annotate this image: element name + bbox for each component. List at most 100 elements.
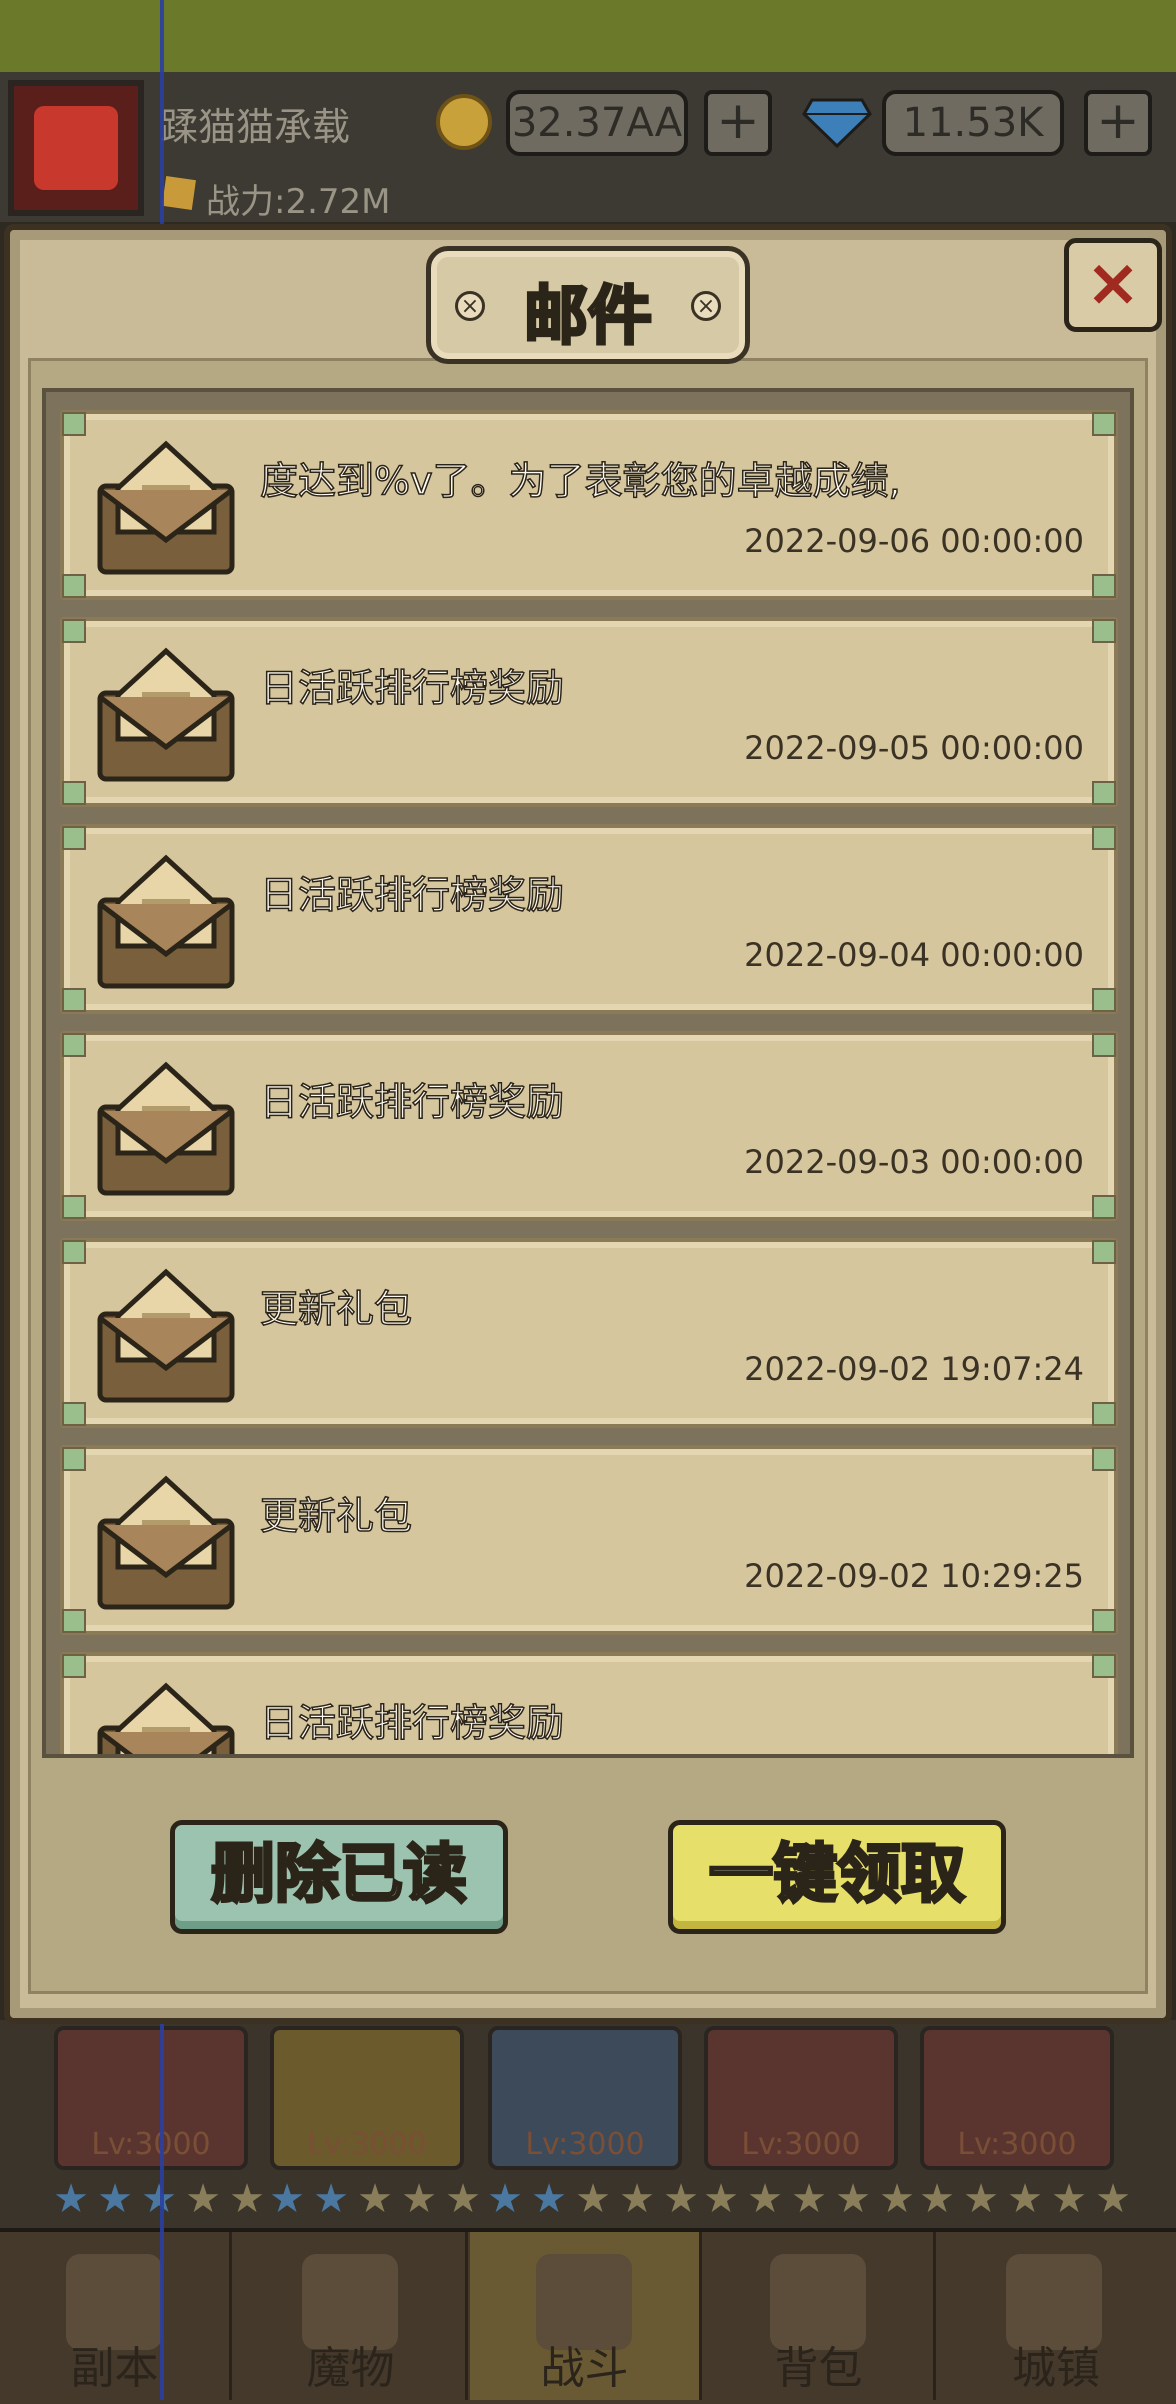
corner-ornament xyxy=(62,988,86,1012)
hero-stars: ★ ★ ★ ★ ★ xyxy=(50,2178,268,2224)
hero-card[interactable]: Lv:3000 xyxy=(488,2026,682,2170)
corner-ornament xyxy=(62,781,86,805)
star-icon: ★ xyxy=(313,2176,349,2222)
hero-level: Lv:3000 xyxy=(91,2127,211,2162)
nav-label: 副本 xyxy=(70,2343,159,2394)
player-avatar[interactable] xyxy=(8,80,144,216)
star-icon: ★ xyxy=(487,2176,523,2222)
mail-date: 2022-09-02 19:07:24 xyxy=(744,1350,1084,1388)
corner-ornament xyxy=(1092,1609,1116,1633)
envelope-open-icon xyxy=(97,440,235,575)
hero-level: Lv:3000 xyxy=(741,2127,861,2162)
hero-level: Lv:3000 xyxy=(307,2127,427,2162)
nav-label: 战斗 xyxy=(540,2343,629,2394)
hero-card[interactable]: Lv:3000 xyxy=(704,2026,898,2170)
nav-item-monsters[interactable]: 魔物 xyxy=(236,2232,468,2400)
star-icon: ★ xyxy=(229,2176,265,2222)
envelope-open-icon xyxy=(97,854,235,989)
star-icon: ★ xyxy=(919,2176,955,2222)
mail-item[interactable]: 日活跃排行榜奖励 2022-09-05 00:00:00 xyxy=(60,617,1118,807)
mail-subject: 更新礼包 xyxy=(259,1286,413,1332)
gem-icon xyxy=(802,98,872,148)
envelope-open-icon xyxy=(97,1061,235,1196)
hero-level: Lv:3000 xyxy=(957,2127,1077,2162)
corner-ornament xyxy=(1092,1195,1116,1219)
star-icon: ★ xyxy=(663,2176,699,2222)
game-scene-top xyxy=(0,0,1176,76)
hero-card[interactable]: Lv:3000 xyxy=(270,2026,464,2170)
star-icon: ★ xyxy=(97,2176,133,2222)
power-icon xyxy=(162,176,196,210)
close-button[interactable]: × xyxy=(1064,238,1162,332)
claim-all-button[interactable]: 一键领取 xyxy=(668,1820,1006,1934)
star-icon: ★ xyxy=(1007,2176,1043,2222)
hero-level: Lv:3000 xyxy=(525,2127,645,2162)
star-icon: ★ xyxy=(269,2176,305,2222)
corner-ornament xyxy=(62,1240,86,1264)
corner-ornament xyxy=(1092,781,1116,805)
envelope-open-icon xyxy=(97,1475,235,1610)
corner-ornament xyxy=(62,1402,86,1426)
corner-ornament xyxy=(62,1033,86,1057)
mail-subject: 度达到%v了。为了表彰您的卓越成绩, xyxy=(259,458,901,504)
gem-amount: 11.53K xyxy=(882,90,1064,156)
star-icon: ★ xyxy=(879,2176,915,2222)
avatar-image xyxy=(34,106,118,190)
nav-label: 城镇 xyxy=(1012,2343,1100,2394)
mail-item[interactable]: 日活跃排行榜奖励 xyxy=(60,1652,1118,1754)
delete-read-button[interactable]: 删除已读 xyxy=(170,1820,508,1934)
star-icon: ★ xyxy=(791,2176,827,2222)
hero-stars: ★ ★ ★ ★ ★ xyxy=(266,2178,484,2224)
nav-item-battle[interactable]: 战斗 xyxy=(470,2232,702,2400)
mail-date: 2022-09-03 00:00:00 xyxy=(744,1143,1084,1181)
hero-card[interactable]: Lv:3000 xyxy=(920,2026,1114,2170)
nav-item-dungeon[interactable]: 副本 xyxy=(0,2232,232,2400)
corner-ornament xyxy=(1092,826,1116,850)
star-icon: ★ xyxy=(575,2176,611,2222)
nav-item-town[interactable]: 城镇 xyxy=(940,2232,1172,2400)
corner-ornament xyxy=(1092,1654,1116,1678)
star-icon: ★ xyxy=(141,2176,177,2222)
combat-power: 战力:2.72M xyxy=(206,182,391,222)
gold-coin-icon xyxy=(436,94,492,150)
corner-ornament xyxy=(1092,988,1116,1012)
decor-knob-icon: × xyxy=(691,291,721,321)
mail-item[interactable]: 日活跃排行榜奖励 2022-09-03 00:00:00 xyxy=(60,1031,1118,1221)
corner-ornament xyxy=(62,619,86,643)
mail-list[interactable]: 度达到%v了。为了表彰您的卓越成绩, 2022-09-06 00:00:00 日… xyxy=(42,388,1134,1758)
add-gem-button[interactable]: + xyxy=(1084,90,1152,156)
star-icon: ★ xyxy=(357,2176,393,2222)
mail-item[interactable]: 日活跃排行榜奖励 2022-09-04 00:00:00 xyxy=(60,824,1118,1014)
mail-date: 2022-09-04 00:00:00 xyxy=(744,936,1084,974)
corner-ornament xyxy=(62,1609,86,1633)
nav-item-backpack[interactable]: 背包 xyxy=(704,2232,936,2400)
corner-ornament xyxy=(62,412,86,436)
mail-title-plate: × 邮件 × xyxy=(426,246,750,364)
star-icon: ★ xyxy=(835,2176,871,2222)
hero-card[interactable]: Lv:3000 xyxy=(54,2026,248,2170)
mail-subject: 日活跃排行榜奖励 xyxy=(259,1700,565,1746)
mail-item[interactable]: 更新礼包 2022-09-02 19:07:24 xyxy=(60,1238,1118,1428)
mail-date: 2022-09-06 00:00:00 xyxy=(744,522,1084,560)
corner-ornament xyxy=(62,1195,86,1219)
player-name: 蹂猫猫承载 xyxy=(160,105,351,149)
star-icon: ★ xyxy=(703,2176,739,2222)
corner-ornament xyxy=(1092,1402,1116,1426)
add-gold-button[interactable]: + xyxy=(704,90,772,156)
corner-ornament xyxy=(1092,619,1116,643)
mail-date: 2022-09-02 10:29:25 xyxy=(744,1557,1084,1595)
corner-ornament xyxy=(1092,1447,1116,1471)
mail-item[interactable]: 更新礼包 2022-09-02 10:29:25 xyxy=(60,1445,1118,1635)
corner-ornament xyxy=(62,1447,86,1471)
corner-ornament xyxy=(1092,412,1116,436)
mail-subject: 日活跃排行榜奖励 xyxy=(259,872,565,918)
star-icon: ★ xyxy=(185,2176,221,2222)
envelope-open-icon xyxy=(97,647,235,782)
star-icon: ★ xyxy=(1095,2176,1131,2222)
mail-item[interactable]: 度达到%v了。为了表彰您的卓越成绩, 2022-09-06 00:00:00 xyxy=(60,410,1118,600)
gold-amount: 32.37AA xyxy=(506,90,688,156)
mail-subject: 日活跃排行榜奖励 xyxy=(259,1079,565,1125)
hero-stars: ★ ★ ★ ★ ★ xyxy=(916,2178,1134,2224)
corner-ornament xyxy=(1092,1240,1116,1264)
mail-subject: 更新礼包 xyxy=(259,1493,413,1539)
